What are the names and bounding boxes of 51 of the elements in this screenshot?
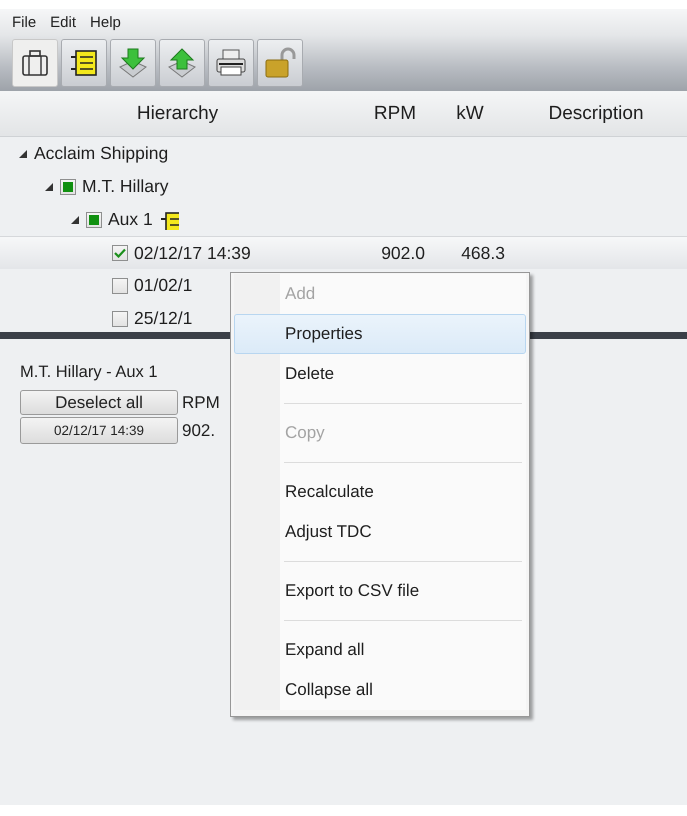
panel-title: M.T. Hillary - Aux 1 (20, 363, 158, 382)
checkbox[interactable] (112, 310, 128, 326)
menu-item[interactable]: File (6, 12, 42, 32)
column-header[interactable]: kW (456, 102, 484, 124)
menu-item[interactable]: Properties (234, 314, 526, 354)
upload-icon (166, 47, 198, 79)
list-button[interactable] (61, 39, 107, 87)
export-button[interactable] (159, 39, 205, 87)
tree-label: 25/12/1 (134, 308, 192, 329)
checkbox[interactable] (112, 278, 128, 294)
menu-item[interactable]: Edit (44, 12, 82, 32)
deselect-all-button[interactable]: Deselect all (20, 390, 178, 415)
menu-item[interactable]: Expand all (234, 630, 526, 670)
tree-label: Acclaim Shipping (34, 143, 168, 164)
column-header[interactable]: Hierarchy (136, 102, 218, 124)
filled-square-icon (63, 182, 73, 192)
tree-label: Aux 1 (108, 209, 153, 230)
menu-item[interactable]: Help (84, 12, 127, 32)
column-header[interactable]: RPM (374, 102, 416, 124)
selected-row[interactable]: 02/12/17 14:39 902.0 468.3 (0, 236, 687, 269)
menu-item[interactable]: Recalculate (234, 472, 526, 512)
menu-item[interactable]: Delete (234, 354, 526, 394)
kw-cell-text: 468.3 (460, 242, 505, 264)
column-header[interactable]: Description (548, 102, 644, 124)
expander-icon[interactable] (44, 182, 54, 192)
import-button[interactable] (110, 39, 156, 87)
menu-item[interactable]: Export to CSV file (234, 571, 526, 611)
menu-item[interactable]: Collapse all (234, 670, 526, 710)
expander-icon[interactable] (18, 148, 28, 158)
measurement-button[interactable]: 02/12/17 14:39 (20, 417, 178, 444)
menu-item[interactable]: Adjust TDC (234, 512, 526, 552)
briefcase-icon (20, 48, 50, 78)
tree-label: 02/12/17 14:39 (134, 242, 251, 264)
download-icon (117, 47, 149, 79)
tree-label: 01/02/1 (134, 275, 192, 296)
expander-icon[interactable] (70, 214, 80, 224)
column-header: RPM (182, 392, 220, 412)
list-icon (69, 48, 99, 78)
padlock-icon (264, 47, 296, 79)
tree-label: M.T. Hillary (82, 176, 169, 197)
checkbox[interactable] (112, 245, 128, 261)
filled-square-icon (89, 214, 99, 224)
rpm-cell-text: 902.0 (380, 242, 425, 264)
briefcase-button[interactable] (12, 39, 58, 87)
checkbox[interactable] (86, 212, 102, 228)
print-button[interactable] (208, 39, 254, 87)
lock-button[interactable] (257, 39, 303, 87)
checkbox[interactable] (60, 178, 76, 194)
list-icon (158, 210, 179, 230)
rpm-cell-text: 902. (182, 420, 216, 440)
check-icon (114, 248, 126, 258)
